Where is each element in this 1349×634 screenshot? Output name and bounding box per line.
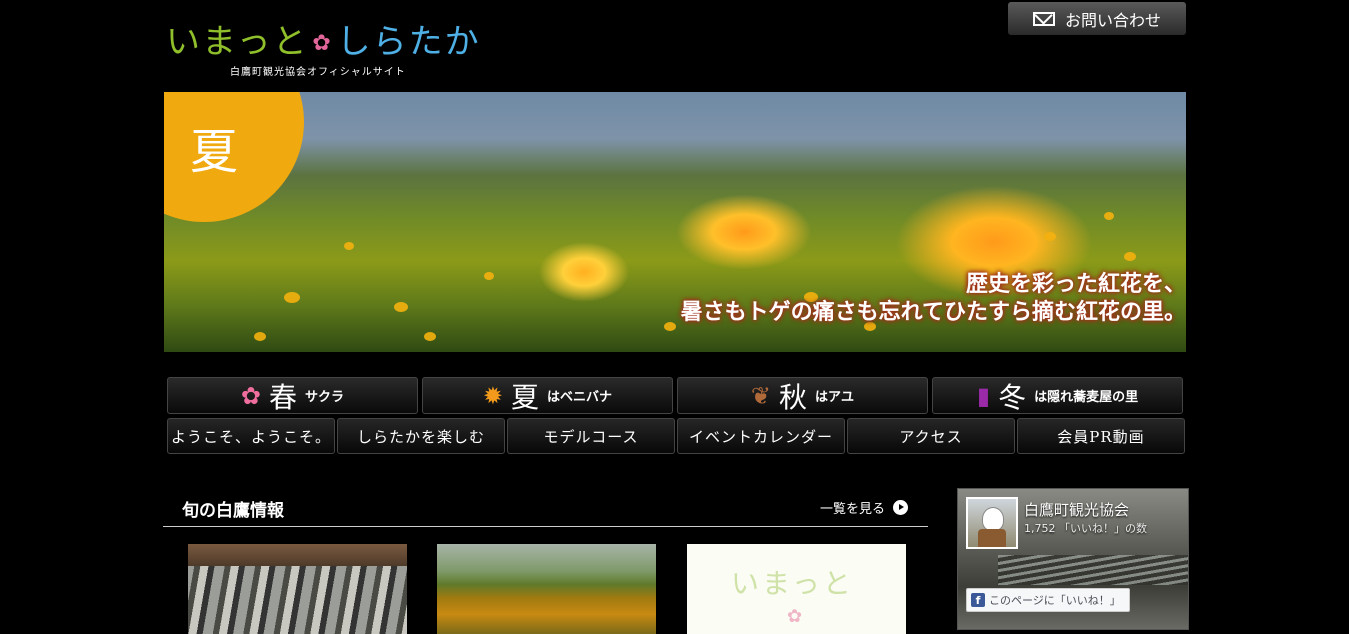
season-nav-label: は隠れ蕎麦屋の里 [1034, 390, 1139, 405]
nav-access[interactable]: アクセス [847, 418, 1015, 454]
site-logo[interactable]: いまっと ✿ しらたか [166, 22, 481, 64]
contact-label: お問い合わせ [1064, 10, 1161, 30]
facebook-page-widget: 白鷹町観光協会 1,752 「いいね！」の数 f このページに「いいね！」 [957, 488, 1189, 630]
season-nav-kanji: 夏 [511, 380, 540, 414]
facebook-page-name[interactable]: 白鷹町観光協会 [1024, 499, 1129, 520]
nav-enjoy-shirataka[interactable]: しらたかを楽しむ [337, 418, 505, 454]
season-nav-kanji: 秋 [779, 380, 808, 414]
season-nav-kanji: 冬 [998, 380, 1027, 414]
season-nav-summer[interactable]: ✹ 夏 はベニバナ [422, 377, 673, 414]
envelope-icon [1032, 11, 1055, 26]
cherry-blossom-icon: ✿ [787, 606, 803, 627]
season-badge-text: 夏 [190, 124, 239, 180]
soba-banner-icon: ▮ [976, 381, 991, 410]
view-all-label: 一覧を見る [820, 502, 886, 517]
safflower-icon: ✹ [482, 381, 504, 410]
season-nav-label: サクラ [305, 390, 345, 405]
nav-member-pr-video[interactable]: 会員PR動画 [1017, 418, 1185, 454]
section-divider [163, 526, 928, 527]
facebook-like-button[interactable]: f このページに「いいね！」 [966, 588, 1130, 612]
info-thumbnail-dried-fish[interactable] [188, 544, 407, 634]
season-nav-kanji: 春 [269, 380, 298, 414]
facebook-like-count: 1,752 「いいね！」の数 [1024, 522, 1147, 535]
view-all-link[interactable]: 一覧を見る [820, 498, 909, 517]
section-title: 旬の白鷹情報 [182, 501, 284, 521]
nav-welcome[interactable]: ようこそ、ようこそ。 [167, 418, 335, 454]
thumbnail-logo-text: いまっと [731, 567, 854, 600]
arrow-right-icon [893, 500, 909, 515]
like-button-label: このページに「いいね！」 [989, 594, 1121, 607]
contact-button[interactable]: お問い合わせ [1008, 2, 1186, 35]
hero-caption-line2: 暑さもトゲの痛さも忘れてひたすら摘む紅花の里。 [680, 299, 1186, 325]
season-nav-label: はベニバナ [547, 390, 613, 405]
info-thumbnail-safflower-field[interactable] [437, 544, 656, 634]
page-avatar[interactable] [966, 497, 1018, 549]
site-tagline: 白鷹町観光協会オフィシャルサイト [230, 67, 406, 78]
season-nav-autumn[interactable]: ❦ 秋 はアユ [677, 377, 928, 414]
cherry-blossom-icon: ✿ [240, 381, 262, 410]
nav-event-calendar[interactable]: イベントカレンダー [677, 418, 845, 454]
season-nav-spring[interactable]: ✿ 春 サクラ [167, 377, 418, 414]
season-nav-winter[interactable]: ▮ 冬 は隠れ蕎麦屋の里 [932, 377, 1183, 414]
logo-text-shirataka: しらたか [336, 22, 481, 62]
info-thumbnail-logo[interactable]: いまっと ✿ [687, 544, 906, 634]
nav-model-course[interactable]: モデルコース [507, 418, 675, 454]
sweetfish-icon: ❦ [750, 381, 772, 410]
cherry-blossom-icon: ✿ [312, 30, 333, 56]
facebook-icon: f [971, 593, 985, 607]
logo-text-imatto: いまっと [166, 22, 309, 62]
season-nav-label: はアユ [815, 390, 855, 405]
